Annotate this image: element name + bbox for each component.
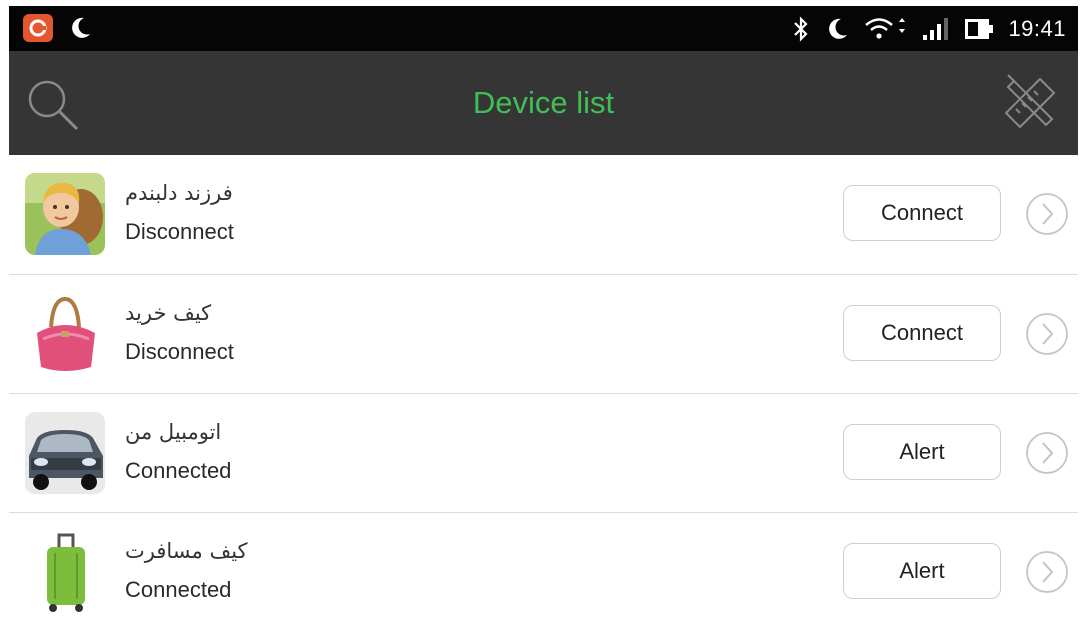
status-bar: 19:41	[9, 6, 1078, 51]
settings-tools-button[interactable]	[1000, 73, 1060, 133]
signal-icon	[923, 18, 949, 40]
details-button[interactable]	[1025, 431, 1069, 475]
device-row[interactable]: کیف مسافرت Connected Alert	[9, 513, 1078, 631]
moon-icon	[72, 17, 90, 38]
left-margin	[0, 0, 9, 628]
child-photo	[25, 173, 105, 255]
status-right-icons: 19:41	[792, 14, 1066, 44]
chevron-right-icon	[1026, 193, 1068, 235]
device-status: Disconnect	[125, 339, 234, 364]
connect-button[interactable]: Connect	[843, 305, 1001, 361]
moon-icon	[829, 18, 848, 39]
device-row[interactable]: فرزند دلبندم Disconnect Connect	[9, 155, 1078, 275]
right-margin	[1078, 0, 1085, 628]
app-bar: Device list	[9, 51, 1078, 155]
clock: 19:41	[1008, 16, 1066, 41]
device-status: Connected	[125, 458, 232, 483]
car-photo	[25, 412, 105, 494]
screen: 19:41 Device list فرزند دلبندم Disconnec…	[0, 0, 1085, 631]
suitcase-photo	[25, 531, 105, 613]
device-name: فرزند دلبندم	[125, 181, 233, 205]
chevron-right-icon	[1026, 551, 1068, 593]
device-status: Connected	[125, 577, 232, 602]
handbag-photo	[25, 293, 105, 375]
app-badge-icon	[23, 14, 53, 42]
details-button[interactable]	[1025, 192, 1069, 236]
device-name: کیف مسافرت	[125, 539, 248, 563]
page-title: Device list	[472, 85, 615, 120]
alert-button[interactable]: Alert	[843, 424, 1001, 480]
wifi-icon	[865, 18, 906, 39]
details-button[interactable]	[1025, 312, 1069, 356]
tools-icon	[1004, 74, 1056, 129]
device-row[interactable]: کیف خرید Disconnect Connect	[9, 275, 1078, 394]
alert-button[interactable]: Alert	[843, 543, 1001, 599]
device-status: Disconnect	[125, 219, 234, 244]
chevron-right-icon	[1026, 432, 1068, 474]
connect-button[interactable]: Connect	[843, 185, 1001, 241]
battery-icon	[965, 19, 994, 39]
details-button[interactable]	[1025, 550, 1069, 594]
device-list: فرزند دلبندم Disconnect Connect کیف خرید…	[9, 155, 1078, 631]
device-name: کیف خرید	[125, 301, 212, 325]
bluetooth-icon	[794, 16, 808, 42]
status-left-icons	[23, 14, 93, 42]
device-row[interactable]: اتومبیل من Connected Alert	[9, 394, 1078, 513]
chevron-right-icon	[1026, 313, 1068, 355]
device-name: اتومبیل من	[125, 420, 222, 444]
